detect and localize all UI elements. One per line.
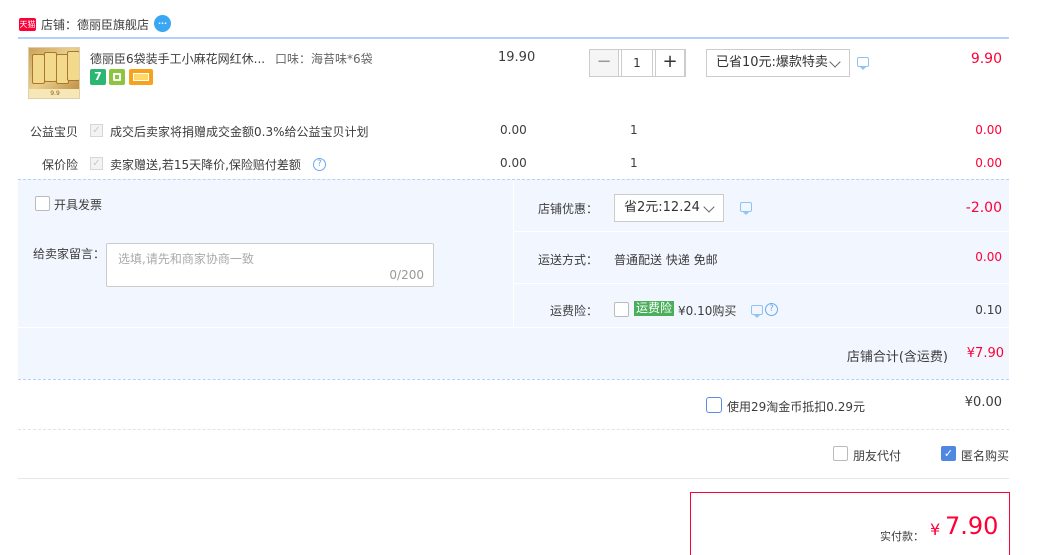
payment-amount: 7.90 (945, 512, 999, 540)
question-icon[interactable]: ? (313, 158, 326, 171)
credit-card-icon[interactable] (129, 69, 153, 85)
product-sku: 口味：海苔味*6袋 (275, 52, 373, 66)
wangwang-chat-icon[interactable]: ··· (154, 15, 171, 32)
service-checkbox-price-protection: ✓ (90, 157, 103, 170)
shop-divider (18, 37, 1009, 39)
chevron-down-icon (703, 201, 715, 213)
seller-message-input[interactable]: 选填,请先和商家协商一致 0/200 (106, 243, 434, 287)
promo-comment-icon[interactable] (857, 57, 869, 70)
taobao-coins-label: 使用29淘金币抵扣0.29元 (727, 400, 865, 414)
item-subtotal: 9.90 (970, 51, 1002, 67)
shipping-insurance-price: ¥0.10购买 (678, 304, 737, 318)
shop-name-link[interactable]: 德丽臣旗舰店 (77, 18, 149, 32)
shipping-insurance-label: 运费险： (550, 304, 599, 318)
decrease-quantity-button[interactable]: − (589, 49, 619, 77)
thumb-price-strip: 9.9 (29, 89, 79, 98)
panel-row-divider-2 (514, 283, 1009, 284)
shop-discount-label: 店铺优惠： (538, 202, 599, 216)
friend-pay-checkbox[interactable] (833, 446, 848, 461)
service-subtotal-charity: 0.00 (975, 123, 1002, 137)
shop-discount-value: 省2元:12.24 (624, 200, 700, 215)
shipping-label: 运送方式： (538, 253, 599, 267)
panel-row-divider-3 (18, 327, 1009, 328)
service-desc-price-protection: 卖家赠送,若15天降价,保险赔付差额 (110, 158, 301, 172)
seller-message-placeholder: 选填,请先和商家协商一致 (118, 252, 254, 266)
chevron-down-icon (829, 56, 841, 68)
shipping-insurance-amount: 0.10 (975, 303, 1002, 317)
payment-label: 实付款： (880, 530, 924, 543)
shipping-value: 普通配送 快递 免邮 (614, 253, 718, 267)
taobao-coins-checkbox[interactable] (706, 397, 722, 413)
invoice-label: 开具发票 (54, 198, 103, 212)
service-price-price-protection: 0.00 (500, 156, 527, 170)
item-promotion-select[interactable]: 已省10元:爆款特卖 (706, 49, 850, 77)
quantity-input[interactable]: 1 (621, 49, 653, 77)
shipping-insurance-tag: 运费险 (634, 301, 675, 316)
product-title-link[interactable]: 德丽臣6袋装手工小麻花网红休... (90, 50, 265, 67)
product-thumbnail[interactable]: 9.9 (28, 47, 80, 99)
discount-comment-icon[interactable] (740, 202, 752, 215)
service-subtotal-price-protection: 0.00 (975, 156, 1002, 170)
seven-day-return-icon[interactable]: 7 (90, 69, 106, 85)
service-name-charity: 公益宝贝 (30, 125, 79, 139)
seller-message-count: 0/200 (389, 268, 424, 282)
service-name-price-protection: 保价险 (42, 158, 79, 172)
shop-discount-select[interactable]: 省2元:12.24 (614, 194, 724, 222)
shop-label: 店铺：德丽臣旗舰店 (41, 16, 149, 33)
increase-quantity-button[interactable]: + (655, 49, 685, 77)
shipping-amount: 0.00 (975, 250, 1002, 264)
unit-price: 19.90 (498, 50, 536, 65)
anonymous-label: 匿名购买 (961, 449, 1010, 463)
service-checkbox-charity: ✓ (90, 124, 103, 137)
shipping-insurance-checkbox[interactable] (614, 302, 629, 317)
options-divider (18, 478, 1009, 479)
shop-discount-amount: -2.00 (965, 200, 1002, 216)
service-qty-charity: 1 (630, 123, 638, 137)
question-icon[interactable]: ? (765, 303, 778, 316)
taobao-coins-amount: ¥0.00 (964, 395, 1002, 410)
service-price-charity: 0.00 (500, 123, 527, 137)
panel-column-divider (513, 180, 514, 327)
shop-total-label: 店铺合计(含运费) (846, 350, 948, 365)
insurance-comment-icon[interactable] (751, 305, 763, 318)
tmall-badge: 天猫 (19, 18, 36, 31)
service-desc-charity: 成交后卖家将捐赠成交金额0.3%给公益宝贝计划 (110, 125, 369, 139)
coins-divider (18, 429, 1009, 430)
panel-bottom-border (18, 379, 1009, 380)
anonymous-checkbox[interactable]: ✓ (941, 446, 956, 461)
shop-label-prefix: 店铺： (41, 18, 78, 32)
panel-row-divider-1 (514, 231, 1009, 232)
message-label: 给卖家留言： (33, 247, 106, 261)
friend-pay-label: 朋友代付 (853, 449, 902, 463)
quantity-stepper[interactable]: − 1 + (589, 49, 686, 77)
invoice-checkbox[interactable] (35, 196, 50, 211)
payment-currency: ¥ (930, 520, 941, 539)
service-qty-price-protection: 1 (630, 156, 638, 170)
item-promotion-value: 已省10元:爆款特卖 (716, 55, 828, 70)
guarantee-icon[interactable] (109, 69, 125, 85)
shop-total-amount: ¥7.90 (966, 346, 1004, 361)
